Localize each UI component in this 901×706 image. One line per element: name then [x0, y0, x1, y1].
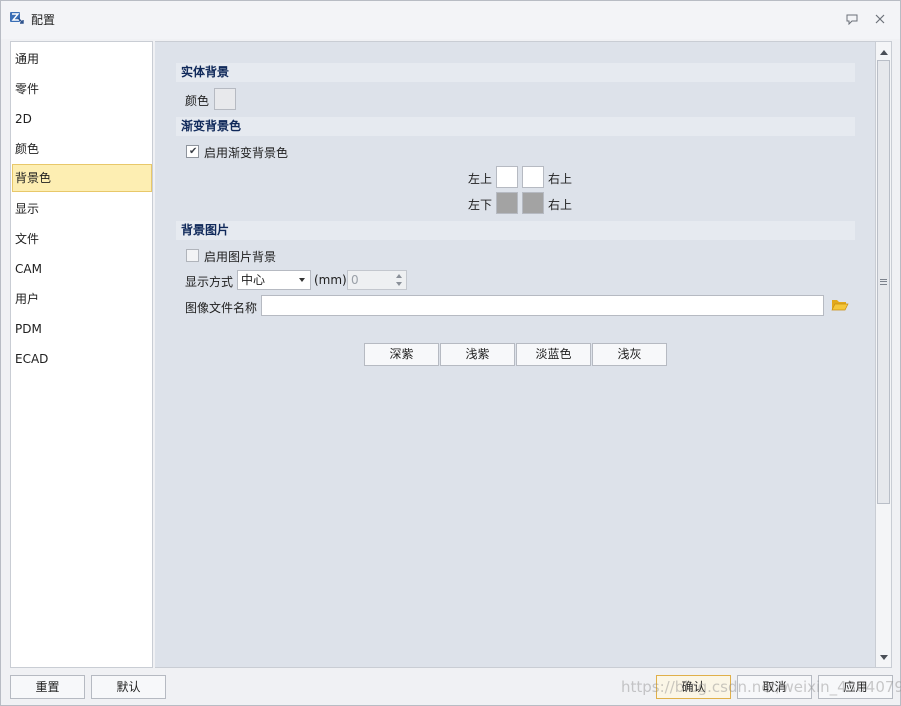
preset-light-gray-button[interactable]: 浅灰 [592, 343, 667, 366]
browse-folder-button[interactable] [831, 298, 849, 312]
app-icon [10, 12, 24, 24]
default-button[interactable]: 默认 [91, 675, 166, 699]
category-list: 通用 零件 2D 颜色 背景色 显示 文件 CAM 用户 PDM ECAD [10, 41, 153, 668]
display-mode-label: 显示方式 [185, 275, 234, 289]
apply-button[interactable]: 应用 [818, 675, 893, 699]
unit-label: (mm) [314, 273, 347, 287]
spin-up-button[interactable] [393, 272, 405, 280]
section-background-image: 背景图片 [176, 221, 855, 240]
enable-gradient-checkbox[interactable]: ✔ [186, 145, 199, 158]
image-size-spinner[interactable]: 0 [347, 270, 407, 290]
image-file-label: 图像文件名称 [185, 301, 258, 315]
display-mode-select[interactable]: 中心 [237, 270, 311, 290]
ok-button[interactable]: 确认 [656, 675, 731, 699]
preset-light-blue-button[interactable]: 淡蓝色 [516, 343, 591, 366]
arrow-down-icon [879, 654, 888, 660]
nav-item-color[interactable]: 颜色 [11, 135, 152, 163]
close-button[interactable] [872, 11, 888, 27]
cancel-button[interactable]: 取消 [737, 675, 812, 699]
checkmark-icon: ✔ [189, 146, 198, 157]
nav-item-background[interactable]: 背景色 [12, 164, 152, 192]
enable-image-checkbox[interactable] [186, 249, 199, 262]
scroll-up-button[interactable] [876, 44, 891, 60]
title-bar: 配置 [1, 1, 900, 39]
section-gradient-background: 渐变背景色 [176, 117, 855, 136]
bottom-right-color-swatch[interactable] [522, 192, 544, 214]
folder-open-icon [831, 300, 849, 311]
nav-item-part[interactable]: 零件 [11, 75, 152, 103]
nav-item-file[interactable]: 文件 [11, 225, 152, 253]
scroll-down-button[interactable] [876, 649, 891, 665]
speech-bubble-icon [846, 14, 858, 25]
nav-item-display[interactable]: 显示 [11, 195, 152, 223]
arrow-down-icon [396, 282, 402, 286]
arrow-up-icon [396, 274, 402, 278]
chevron-down-icon [299, 278, 305, 282]
window-title: 配置 [31, 13, 56, 27]
grip-icon [880, 279, 887, 285]
vertical-scrollbar[interactable] [875, 41, 892, 668]
enable-gradient-label: 启用渐变背景色 [204, 146, 289, 160]
nav-item-pdm[interactable]: PDM [11, 315, 152, 343]
enable-image-label: 启用图片背景 [204, 250, 277, 264]
solid-color-label: 颜色 [185, 94, 210, 108]
help-button[interactable] [844, 11, 860, 27]
preset-light-purple-button[interactable]: 浅紫 [440, 343, 515, 366]
image-size-value: 0 [351, 273, 359, 287]
bottom-right-label: 右上 [548, 198, 573, 212]
nav-item-general[interactable]: 通用 [11, 45, 152, 73]
arrow-up-icon [879, 49, 888, 55]
bottom-left-label: 左下 [468, 198, 493, 212]
top-left-color-swatch[interactable] [496, 166, 518, 188]
image-file-input[interactable] [261, 295, 824, 316]
config-dialog: 配置 通用 零件 2D 颜色 背景色 显示 文件 CAM 用户 PDM ECAD [0, 0, 901, 706]
nav-item-ecad[interactable]: ECAD [11, 345, 152, 373]
top-right-color-swatch[interactable] [522, 166, 544, 188]
nav-item-user[interactable]: 用户 [11, 285, 152, 313]
display-mode-value: 中心 [241, 273, 266, 287]
top-left-label: 左上 [468, 172, 493, 186]
scroll-thumb[interactable] [877, 60, 890, 504]
section-solid-background: 实体背景 [176, 63, 855, 82]
bottom-left-color-swatch[interactable] [496, 192, 518, 214]
spin-down-button[interactable] [393, 280, 405, 288]
top-right-label: 右上 [548, 172, 573, 186]
preset-dark-purple-button[interactable]: 深紫 [364, 343, 439, 366]
nav-item-cam[interactable]: CAM [11, 255, 152, 283]
reset-button[interactable]: 重置 [10, 675, 85, 699]
solid-color-swatch[interactable] [214, 88, 236, 110]
close-icon [875, 14, 885, 24]
nav-item-2d[interactable]: 2D [11, 105, 152, 133]
